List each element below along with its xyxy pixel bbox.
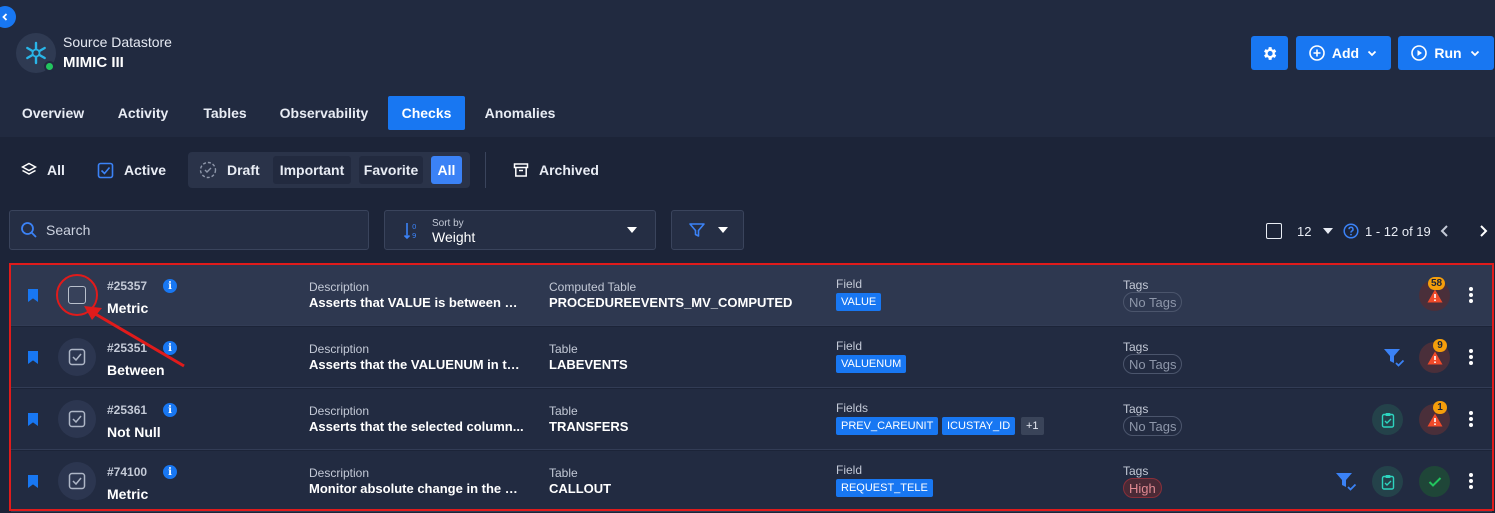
funnel-icon bbox=[688, 223, 705, 237]
search-input[interactable] bbox=[46, 222, 346, 238]
highlight-frame bbox=[9, 263, 1494, 511]
plus-circle-icon bbox=[1309, 45, 1325, 61]
prev-page-icon[interactable] bbox=[1439, 223, 1451, 239]
tab-anomalies[interactable]: Anomalies bbox=[478, 96, 562, 130]
dashed-check-circle-icon bbox=[199, 161, 217, 179]
layers-icon bbox=[21, 162, 37, 175]
snowflake-icon bbox=[26, 41, 46, 65]
tab-tables[interactable]: Tables bbox=[194, 96, 256, 130]
caret-down-icon bbox=[1323, 228, 1334, 234]
filter-draft[interactable]: Draft bbox=[199, 160, 260, 180]
filter-draft-label: Draft bbox=[227, 162, 260, 178]
tab-activity[interactable]: Activity bbox=[108, 96, 178, 130]
filter-all[interactable]: All bbox=[21, 160, 65, 180]
tab-checks[interactable]: Checks bbox=[388, 96, 465, 130]
checkbox-checked-icon bbox=[97, 162, 114, 178]
filter-active-label: Active bbox=[124, 162, 167, 178]
filter-archived-label: Archived bbox=[539, 162, 599, 178]
select-all-checkbox[interactable] bbox=[1266, 223, 1282, 239]
sort-caption: Sort by bbox=[432, 218, 464, 229]
run-label: Run bbox=[1434, 45, 1462, 61]
svg-text:0: 0 bbox=[412, 223, 416, 231]
segment-important[interactable]: Important bbox=[273, 156, 351, 184]
annotation-arrow bbox=[84, 306, 185, 368]
search-box[interactable] bbox=[9, 210, 369, 250]
datastore-type: Source Datastore bbox=[63, 34, 172, 50]
sort-icon: 09 bbox=[403, 223, 416, 240]
gear-icon bbox=[1264, 46, 1277, 60]
settings-button[interactable] bbox=[1251, 36, 1288, 70]
add-button[interactable]: Add bbox=[1296, 36, 1391, 70]
page-size-select[interactable]: 12 bbox=[1297, 221, 1334, 241]
play-circle-icon bbox=[1411, 45, 1428, 61]
pagination-range: 1 - 12 of 19 bbox=[1365, 223, 1431, 239]
segment-favorite[interactable]: Favorite bbox=[359, 156, 423, 184]
filter-archived[interactable]: Archived bbox=[513, 160, 599, 180]
divider bbox=[485, 152, 486, 188]
search-icon bbox=[21, 222, 37, 238]
datastore-name: MIMIC III bbox=[63, 54, 124, 71]
page-size-value: 12 bbox=[1297, 223, 1312, 239]
filter-all-label: All bbox=[47, 162, 65, 178]
sort-select[interactable]: 09 Sort by Weight bbox=[384, 210, 656, 250]
chevron-left-icon bbox=[2, 13, 8, 21]
sort-value: Weight bbox=[432, 229, 476, 245]
chevron-down-icon bbox=[1367, 50, 1377, 57]
next-page-icon[interactable] bbox=[1477, 223, 1489, 239]
chevron-down-icon bbox=[1470, 50, 1479, 57]
caret-down-icon bbox=[627, 227, 637, 233]
tab-overview[interactable]: Overview bbox=[13, 96, 93, 130]
pagination-info: 1 - 12 of 19 bbox=[1343, 221, 1431, 241]
tab-observability[interactable]: Observability bbox=[272, 96, 376, 130]
run-button[interactable]: Run bbox=[1398, 36, 1494, 70]
svg-text:9: 9 bbox=[412, 232, 416, 240]
segment-all[interactable]: All bbox=[431, 156, 462, 184]
filter-active[interactable]: Active bbox=[97, 160, 166, 180]
archive-icon bbox=[513, 163, 529, 177]
add-label: Add bbox=[1331, 45, 1360, 61]
help-circle-icon bbox=[1343, 223, 1359, 239]
connection-status-dot bbox=[44, 61, 55, 72]
caret-down-icon bbox=[717, 227, 728, 233]
filter-button[interactable] bbox=[671, 210, 744, 250]
